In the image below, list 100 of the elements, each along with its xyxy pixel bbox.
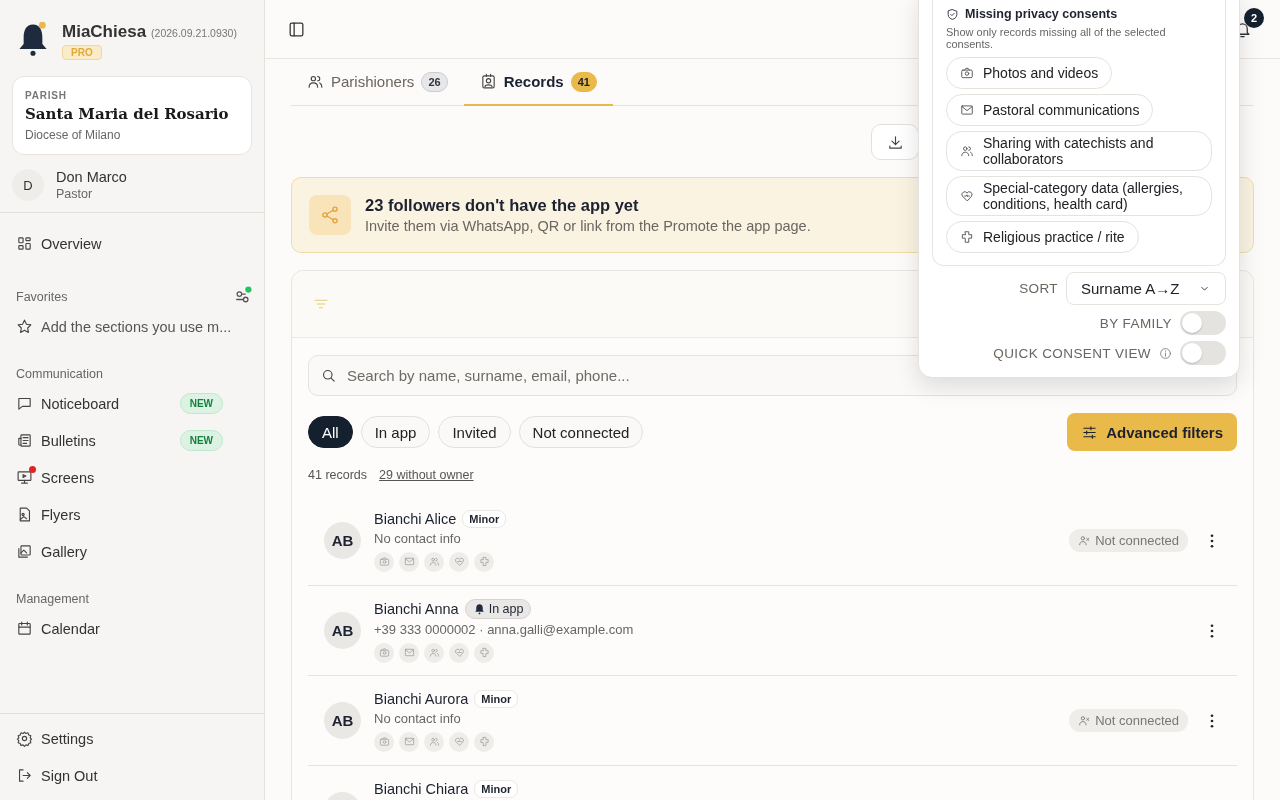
app-name: MiaChiesa [62,22,147,42]
filter-chip[interactable]: Invited [438,416,511,448]
banner-title: 23 followers don't have the app yet [365,196,640,215]
grid-icon [16,235,33,252]
user-x-icon [1078,714,1092,727]
minor-tag: Minor [474,779,519,798]
people-icon [424,731,444,752]
nav-item[interactable]: Gallery [0,533,264,570]
people-icon [424,642,444,663]
new-badge: NEW [179,393,223,414]
heart-icon [960,189,974,203]
camera-icon [374,731,394,752]
filter-chip[interactable]: All [308,416,353,448]
sort-dropdown[interactable]: Surname A→Z [1066,272,1226,305]
user-avatar: D [12,169,44,201]
filter-chip[interactable]: Not connected [518,416,644,448]
nav-item[interactable]: Screens [0,459,264,496]
diocese-name: Diocese of Milano [25,128,122,142]
cross-icon [474,731,494,752]
newspaper-icon [16,432,33,449]
banner-text: Invite them via WhatsApp, QR or link from the Promote the app page. [365,218,811,234]
camera-icon [374,642,394,663]
consent-option[interactable]: Religious practice / rite [946,221,1139,253]
nav-item[interactable]: Sign Out [0,757,264,794]
sliders-icon [1081,423,1099,441]
cross-icon [960,230,974,244]
consent-option[interactable]: Pastoral communications [946,94,1154,126]
nav-item[interactable]: Overview [0,225,264,262]
mail-icon [960,103,974,117]
shield-icon [946,7,959,21]
count-badge: 26 [421,71,448,92]
tab[interactable]: Records 41 [463,59,613,106]
people-icon [960,144,974,158]
nav-item[interactable]: Bulletins NEW [0,422,264,459]
monitor-icon [16,469,33,486]
tab[interactable]: Parishioners 26 [291,59,464,106]
consent-option[interactable]: Sharing with catechists and collaborators [946,131,1212,171]
consent-option[interactable]: Photos and videos [946,57,1113,89]
advanced-filters-button[interactable]: Advanced filters [1067,413,1237,451]
calendar-icon [16,620,33,637]
consents-title: Missing privacy consents [965,7,1118,21]
people-icon [424,551,444,572]
record-name[interactable]: Bianchi Aurora [374,690,469,707]
nav-item[interactable]: Noticeboard NEW [0,385,264,422]
section-title: Management [15,591,90,608]
mail-icon [399,731,419,752]
count-badge: 41 [570,71,597,92]
settings-icon [16,730,33,747]
minor-tag: Minor [474,689,519,708]
filter-chip[interactable]: In app [360,416,431,448]
download-button[interactable] [871,124,919,160]
toggle-label: BY FAMILY [1099,315,1172,331]
sort-label: SORT [1019,281,1058,296]
nav-item[interactable]: Settings [0,720,264,757]
status-tag: Not connected [1069,709,1188,732]
consents-hint: Show only records missing all of the selected consents. [946,26,1167,50]
gallery-icon [16,543,33,560]
toggle-switch[interactable] [1180,311,1226,335]
toggle-switch[interactable] [1180,341,1226,365]
consent-option[interactable]: Special-category data (allergies, conditions, health card) [946,176,1212,216]
share-icon [320,205,340,225]
section-title: Favorites [15,289,69,306]
people-icon [307,73,324,90]
plan-badge: PRO [62,45,102,60]
info-icon[interactable] [1159,346,1172,360]
record-name[interactable]: Bianchi Alice [374,510,457,527]
logout-icon [16,767,33,784]
new-badge: NEW [179,430,223,451]
record-name[interactable]: Bianchi Chiara [374,780,469,797]
id-badge-icon [479,73,497,90]
camera-icon [374,551,394,572]
section-title: Communication [15,366,104,383]
minor-tag: Minor [462,509,507,528]
without-owner-link[interactable]: 29 without owner [379,468,474,482]
parish-card[interactable]: PARISH Santa Maria del Rosario Diocese of Milano [12,76,252,155]
mail-icon [399,642,419,663]
initials-avatar: AB [324,612,361,649]
status-tag: Not connected [1069,529,1188,552]
contact-info: No contact info [374,710,462,726]
customize-icon[interactable] [234,286,252,304]
parish-label: PARISH [25,90,68,101]
camera-icon [960,66,974,80]
favorites-hint[interactable]: Add the sections you use m... [0,308,264,345]
cross-icon [474,642,494,663]
user-x-icon [1078,534,1092,547]
record-name[interactable]: Bianchi Anna [374,600,459,617]
search-icon [320,367,337,384]
user-role: Pastor [56,187,94,201]
notification-count: 2 [1244,7,1264,28]
user-name: Don Marco [56,169,127,185]
cross-icon [474,551,494,572]
app-version: (2026.09.21.0930) [151,27,237,39]
star-icon [16,318,33,335]
nav-item[interactable]: Calendar [0,610,264,647]
parish-name: Santa Maria del Rosario [25,105,230,123]
bell-icon [472,602,486,615]
in-app-tag: In app [464,598,532,619]
chat-icon [16,395,33,412]
record-count: 41 records [308,468,368,482]
nav-item[interactable]: Flyers [0,496,264,533]
